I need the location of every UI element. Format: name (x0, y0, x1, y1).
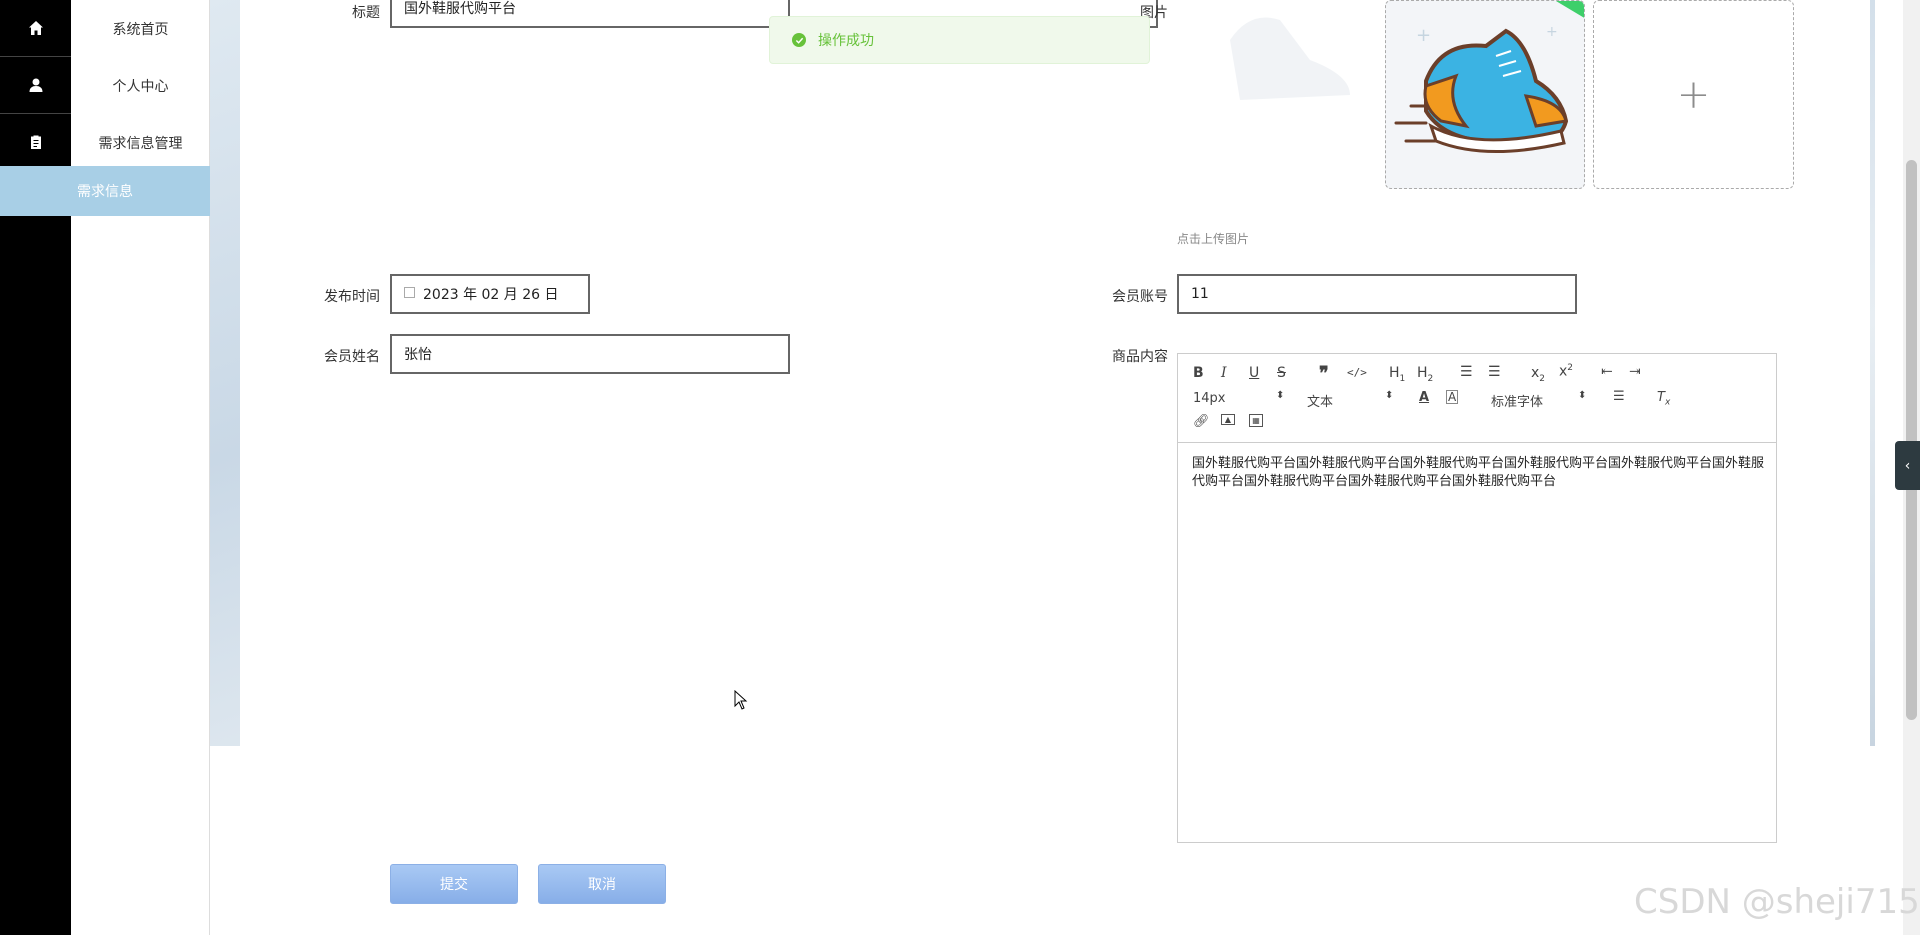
title-label: 标题 (352, 5, 380, 21)
editor-toolbar: B I U S ❞ </> H1 H2 ☰ ☰ x2 x2 ⇤ ⇥ 14px ⬍… (1178, 354, 1776, 443)
chevron-left-icon: ‹ (1904, 457, 1911, 474)
italic-icon[interactable]: I (1221, 365, 1227, 381)
indent-icon[interactable]: ⇥ (1629, 364, 1641, 380)
link-icon[interactable]: 🔗︎ (1193, 414, 1210, 429)
strikethrough-icon[interactable]: S (1277, 365, 1286, 381)
outdent-icon[interactable]: ⇤ (1601, 364, 1613, 380)
user-icon[interactable] (0, 57, 71, 114)
sidebar-item-home[interactable]: 系统首页 (71, 0, 210, 57)
watermark: CSDN @sheji715 (1634, 882, 1920, 922)
font-family-select-arrow-icon: ⬍ (1578, 390, 1587, 401)
upload-hint-text: 点击上传图片 (1177, 232, 1250, 246)
success-check-icon (792, 33, 806, 47)
mouse-cursor-icon (734, 690, 748, 710)
underline-icon[interactable]: U (1249, 365, 1259, 381)
member-account-label: 会员账号 (1112, 289, 1168, 305)
cancel-button[interactable]: 取消 (538, 864, 666, 904)
calendar-icon (404, 286, 415, 298)
submit-button[interactable]: 提交 (390, 864, 518, 904)
collapse-panel-handle[interactable]: ‹ (1895, 441, 1920, 490)
bullet-list-icon[interactable]: ☰ (1488, 364, 1501, 380)
member-account-input[interactable]: 11 (1177, 274, 1577, 314)
sidebar-item-profile[interactable]: 个人中心 (71, 57, 210, 114)
publish-time-label: 发布时间 (324, 289, 380, 305)
publish-time-value: 2023 年 02 月 26 日 (423, 287, 559, 303)
uploaded-image-thumbnail[interactable]: + + (1385, 0, 1585, 189)
background-color-icon[interactable]: A (1446, 390, 1459, 404)
heading1-icon[interactable]: H1 (1389, 365, 1405, 384)
heading2-icon[interactable]: H2 (1417, 365, 1433, 384)
scrollbar-thumb[interactable] (1906, 160, 1917, 720)
superscript-icon[interactable]: x2 (1559, 363, 1573, 380)
success-toast: 操作成功 (769, 16, 1150, 64)
font-size-select[interactable]: 14px (1193, 391, 1226, 406)
publish-time-input[interactable]: 2023 年 02 月 26 日 (390, 274, 590, 314)
clipboard-icon[interactable] (0, 114, 71, 171)
subscript-icon[interactable]: x2 (1531, 365, 1545, 384)
ordered-list-icon[interactable]: ☰ (1460, 364, 1473, 380)
font-color-icon[interactable]: A (1419, 390, 1429, 405)
sneaker-image: + + (1394, 1, 1584, 153)
toast-message: 操作成功 (818, 33, 874, 49)
block-format-select-arrow-icon: ⬍ (1385, 390, 1394, 401)
content-label: 商品内容 (1112, 349, 1168, 365)
member-name-label: 会员姓名 (324, 349, 380, 365)
sidebar-item-demand-management[interactable]: 需求信息管理 (71, 114, 210, 171)
add-image-button[interactable]: + (1593, 0, 1794, 189)
member-name-input[interactable]: 张怡 (390, 334, 790, 374)
bold-icon[interactable]: B (1193, 365, 1204, 381)
svg-text:+: + (1546, 24, 1558, 40)
block-format-select[interactable]: 文本 (1307, 391, 1333, 410)
title-input[interactable]: 国外鞋服代购平台 (390, 0, 790, 28)
align-icon[interactable]: ☰ (1613, 389, 1625, 404)
sidebar-subitem-demand-info[interactable]: 需求信息 (0, 166, 210, 216)
rich-text-editor: B I U S ❞ </> H1 H2 ☰ ☰ x2 x2 ⇤ ⇥ 14px ⬍… (1177, 353, 1777, 843)
blockquote-icon[interactable]: ❞ (1319, 363, 1329, 384)
clear-format-icon[interactable]: Tx (1657, 390, 1670, 408)
code-icon[interactable]: </> (1347, 366, 1367, 379)
home-icon[interactable] (0, 0, 71, 57)
sidebar-menu: 系统首页 个人中心 需求信息管理 (71, 0, 210, 935)
font-size-select-arrow-icon: ⬍ (1276, 390, 1285, 401)
video-insert-icon[interactable]: ▦ (1249, 414, 1263, 427)
font-family-select[interactable]: 标准字体 (1491, 391, 1543, 410)
svg-text:+: + (1416, 25, 1431, 46)
editor-content[interactable]: 国外鞋服代购平台国外鞋服代购平台国外鞋服代购平台国外鞋服代购平台国外鞋服代购平台… (1192, 455, 1764, 491)
faded-shoe-image (1200, 0, 1370, 120)
image-insert-icon[interactable]: ▲ (1221, 414, 1235, 425)
sidebar-icon-strip (0, 0, 71, 935)
